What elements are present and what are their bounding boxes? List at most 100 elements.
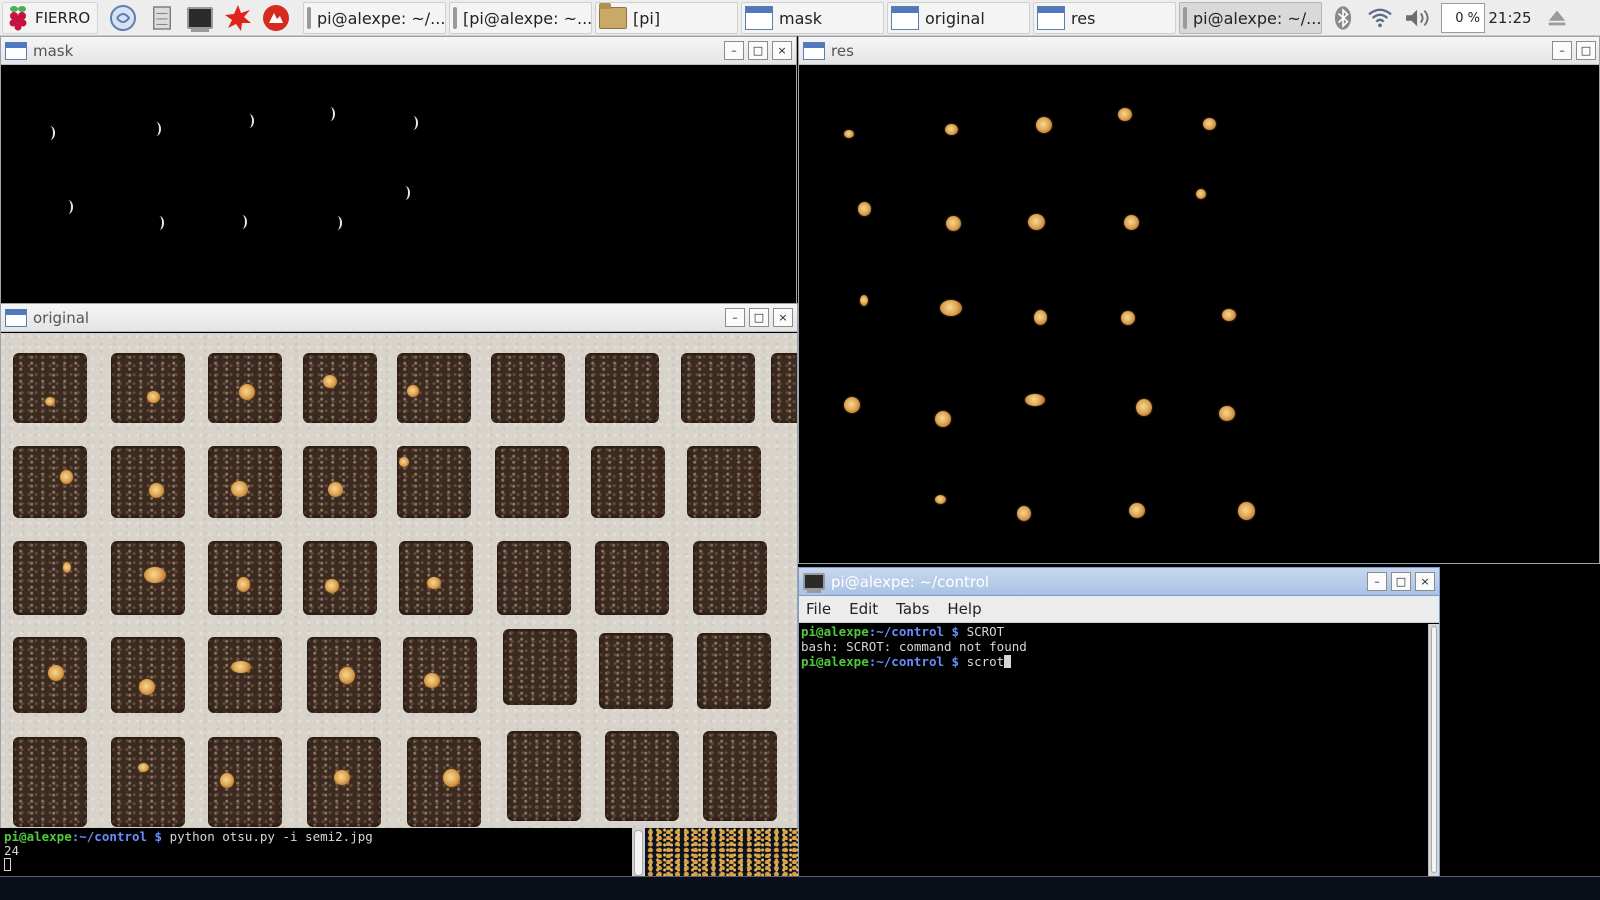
window-title: pi@alexpe: ~/control [831,572,990,591]
seed [945,124,958,135]
prompt-path: :~/control [868,654,944,669]
terminal-cursor [4,858,11,871]
minimize-button[interactable]: – [724,41,744,60]
res-titlebar[interactable]: res – □ [799,37,1599,65]
mask-blob [325,107,335,121]
menu-tabs[interactable]: Tabs [896,600,929,618]
terminal-titlebar[interactable]: pi@alexpe: ~/control – □ × [799,568,1439,596]
window-title: mask [33,41,74,60]
wifi-icon[interactable] [1364,2,1396,34]
scrollbar-thumb[interactable] [1431,626,1437,873]
close-button[interactable]: × [772,41,792,60]
task-label: res [1071,8,1096,28]
mask-titlebar[interactable]: mask – □ × [1,37,796,65]
mask-blob [244,114,254,128]
mask-blob [154,216,164,230]
task-label: mask [779,8,822,28]
original-titlebar[interactable]: original – □ × [1,304,797,332]
menu-help[interactable]: Help [947,600,981,618]
task-terminal-1[interactable]: pi@alexpe: ~/... [303,2,446,34]
mask-blob [408,116,418,130]
seed [1129,503,1145,518]
prompt-symbol: $ [944,654,967,669]
original-image [1,333,797,829]
window-icon [5,308,27,327]
bluetooth-icon[interactable] [1328,2,1358,34]
maximize-button[interactable]: □ [1576,41,1596,60]
task-label: [pi] [633,8,661,28]
minimize-button[interactable]: – [1367,572,1387,591]
seed [858,202,871,216]
terminal-window: pi@alexpe: ~/control – □ × File Edit Tab… [798,567,1440,878]
error-text: bash: SCROT: command not found [801,639,1027,654]
mask-blob [237,215,247,229]
mask-window: mask – □ × [0,36,797,306]
task-mask[interactable]: mask [741,2,884,34]
terminal-icon[interactable] [184,3,216,33]
seed [935,411,951,427]
command-text: SCROT [966,624,1005,639]
window-icon [5,41,27,60]
seed [844,397,860,413]
task-label: original [925,8,985,28]
menu-edit[interactable]: Edit [849,600,878,618]
wolfram-icon[interactable] [222,3,254,33]
close-button[interactable]: × [773,308,793,327]
mask-blob [63,200,73,214]
seed [1025,394,1045,406]
close-button[interactable]: × [1415,572,1435,591]
terminal-output[interactable]: pi@alexpe:~/control $ SCROT bash: SCROT:… [801,624,1427,877]
minimize-button[interactable]: – [725,308,745,327]
seed [1118,108,1132,121]
minimize-button[interactable]: – [1552,41,1572,60]
menu-label: FIERRO [35,9,91,27]
mask-blob [332,216,342,230]
web-browser-icon[interactable] [107,3,139,33]
prompt-symbol: $ [944,624,967,639]
cpu-monitor[interactable]: 0 % [1441,3,1485,33]
mathematica-icon[interactable] [260,3,292,33]
seed [1124,215,1139,230]
window-icon [1037,6,1065,30]
menu-file[interactable]: File [806,600,831,618]
background-terminal[interactable]: pi@alexpe:~/control $ python otsu.py -i … [0,828,645,882]
window-title: original [33,308,90,327]
task-original[interactable]: original [887,2,1030,34]
original-window: original – □ × [0,303,798,830]
terminal-cursor [1004,655,1012,668]
start-menu-button[interactable]: FIERRO [2,2,98,34]
terminal-scrollbar[interactable] [1428,624,1439,877]
maximize-button[interactable]: □ [749,308,769,327]
task-terminal-active[interactable]: pi@alexpe: ~/... [1179,2,1322,34]
raspberry-pi-icon [9,6,27,31]
seed [946,216,961,231]
command-text: scrot [966,654,1005,669]
file-manager-icon[interactable] [146,3,178,33]
terminal-icon [453,7,457,29]
prompt-path: :~/control [71,829,147,844]
seed [940,300,962,316]
command-text: python otsu.py -i semi2.jpg [169,829,373,844]
terminal-menubar: File Edit Tabs Help [799,596,1439,623]
seed [1238,502,1255,520]
maximize-button[interactable]: □ [1391,572,1411,591]
mask-image [1,66,796,305]
eject-icon[interactable] [1542,2,1572,34]
mask-blob [400,186,410,200]
task-folder[interactable]: [pi] [595,2,738,34]
desktop: FIERRO pi@alexpe: ~/... [pi@alexpe: ~...… [0,0,1600,900]
clock[interactable]: 21:25 [1488,0,1532,36]
task-label: pi@alexpe: ~/... [1193,8,1322,28]
background-terminal-scrollbar[interactable] [632,828,645,882]
task-terminal-2[interactable]: [pi@alexpe: ~... [449,2,592,34]
prompt-path: :~/control [868,624,944,639]
maximize-button[interactable]: □ [748,41,768,60]
task-res[interactable]: res [1033,2,1176,34]
prompt-symbol: $ [147,829,170,844]
seed [1036,117,1052,133]
volume-icon[interactable] [1400,2,1436,34]
seed [1017,506,1031,521]
seed [1222,309,1236,321]
folder-icon [599,3,627,29]
seed [1219,406,1235,421]
